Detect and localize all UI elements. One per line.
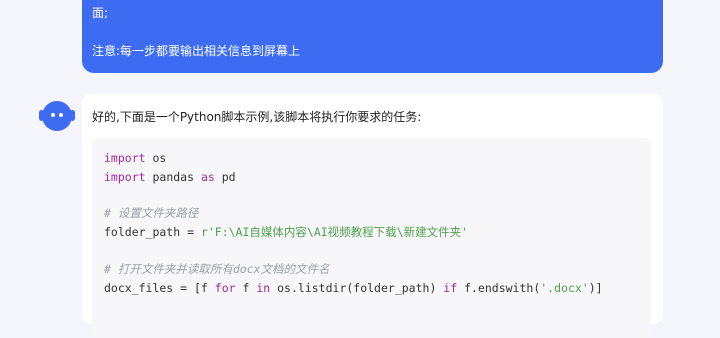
assistant-message-card: 好的,下面是一个Python脚本示例,该脚本将执行你要求的任务: import …: [82, 94, 663, 338]
code-line-2: import pandas as pd: [104, 170, 236, 184]
robot-icon: [39, 101, 75, 131]
code-line-1: import os: [104, 151, 167, 165]
user-message-note: 注意:每一步都要输出相关信息到屏幕上: [92, 44, 301, 58]
user-message-bubble: 面; 注意:每一步都要输出相关信息到屏幕上: [82, 0, 663, 73]
code-line-8: docx_files = [f for f in os.listdir(fold…: [104, 281, 603, 295]
code-block[interactable]: import os import pandas as pd # 设置文件夹路径 …: [92, 138, 651, 338]
assistant-intro-text: 好的,下面是一个Python脚本示例,该脚本将执行你要求的任务:: [92, 110, 422, 124]
code-line-7: # 打开文件夹并读取所有docx文档的文件名: [104, 262, 330, 276]
user-message-line: 面;: [92, 6, 109, 20]
code-line-4: # 设置文件夹路径: [104, 206, 199, 220]
code-line-5: folder_path = r'F:\AI自媒体内容\AI视频教程下载\新建文件…: [104, 225, 469, 239]
